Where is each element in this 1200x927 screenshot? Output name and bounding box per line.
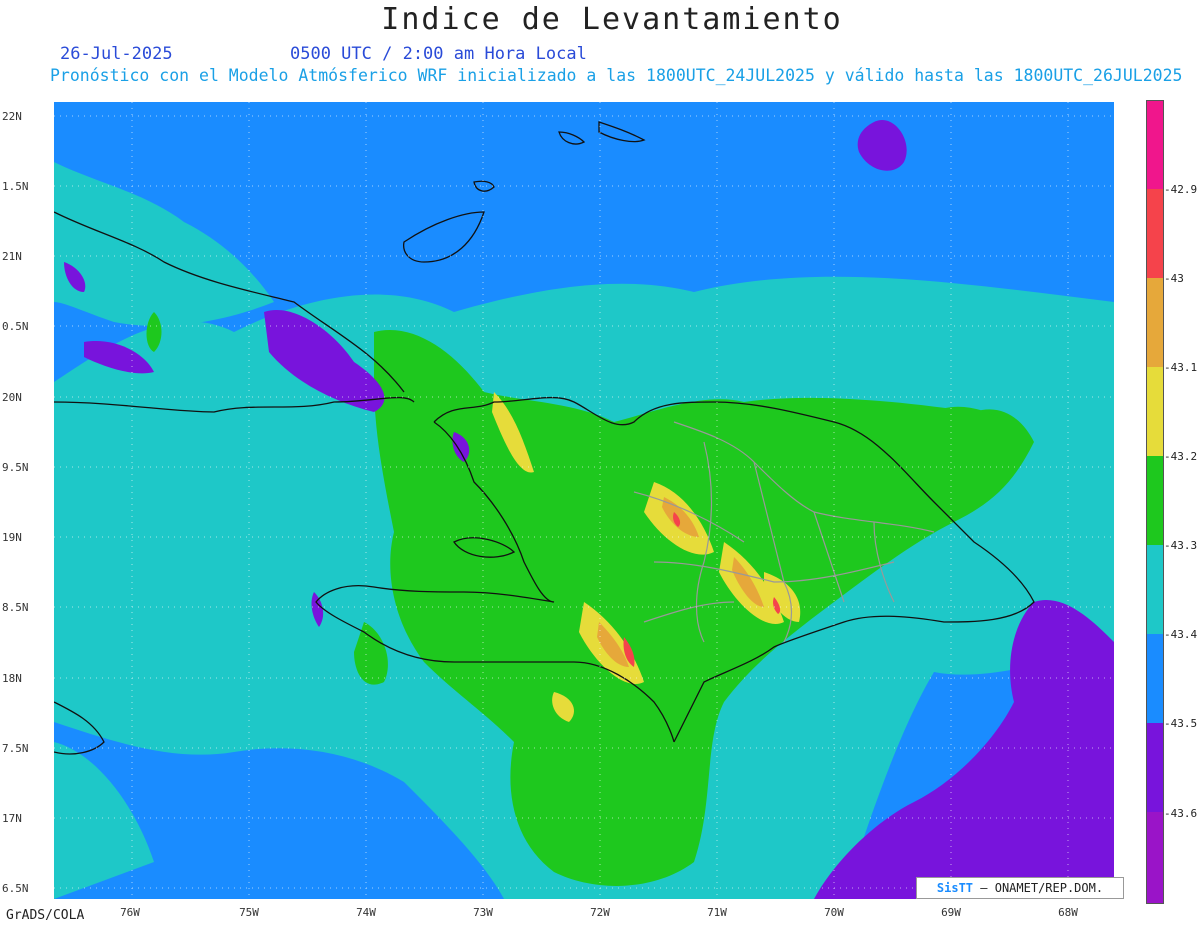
lat-label: 9.5N: [2, 461, 29, 474]
colorbar-segment: [1147, 456, 1163, 545]
lat-label: 0.5N: [2, 320, 29, 333]
lat-label: 22N: [2, 110, 22, 123]
colorbar-label: -43.1: [1164, 361, 1198, 374]
colorbar-segment: [1147, 278, 1163, 367]
colorbar-label: -43: [1164, 272, 1184, 285]
colorbar-label: -42.9: [1164, 183, 1198, 196]
lat-label: 19N: [2, 531, 22, 544]
lat-label: 7.5N: [2, 742, 29, 755]
lat-label: 6.5N: [2, 882, 29, 895]
map-field-svg: [54, 102, 1114, 899]
colorbar-segment: [1147, 723, 1163, 812]
colorbar-segment: [1147, 634, 1163, 723]
lon-label: 70W: [824, 906, 844, 919]
lon-label: 73W: [473, 906, 493, 919]
forecast-date: 26-Jul-2025: [60, 44, 173, 64]
colorbar-segment: [1147, 101, 1163, 189]
credit-box: SisTT – ONAMET/REP.DOM.: [916, 877, 1124, 899]
colorbar-label: -43.5: [1164, 717, 1198, 730]
lon-label: 68W: [1058, 906, 1078, 919]
lat-label: 18N: [2, 672, 22, 685]
colorbar-label: -43.4: [1164, 628, 1198, 641]
grads-footer: GrADS/COLA: [6, 908, 85, 923]
colorbar-label: -43.6: [1164, 807, 1198, 820]
lat-label: 21N: [2, 250, 22, 263]
colorbar-label: -43.3: [1164, 539, 1198, 552]
lat-label: 1.5N: [2, 180, 29, 193]
lon-label: 69W: [941, 906, 961, 919]
lat-label: 8.5N: [2, 601, 29, 614]
lon-label: 75W: [239, 906, 259, 919]
colorbar-segment: [1147, 189, 1163, 278]
colorbar: [1146, 100, 1164, 904]
lon-label: 74W: [356, 906, 376, 919]
lon-label: 76W: [120, 906, 140, 919]
credit-text: – ONAMET/REP.DOM.: [980, 881, 1104, 895]
map-title: Indice de Levantamiento: [381, 2, 843, 37]
colorbar-segment: [1147, 367, 1163, 456]
lifted-index-map: [54, 102, 1114, 899]
lon-label: 72W: [590, 906, 610, 919]
lat-label: 20N: [2, 391, 22, 404]
model-subtitle: Pronóstico con el Modelo Atmósferico WRF…: [50, 66, 1183, 85]
colorbar-segment: [1147, 812, 1163, 903]
colorbar-label: -43.2: [1164, 450, 1198, 463]
valid-time: 0500 UTC / 2:00 am Hora Local: [290, 44, 587, 64]
colorbar-segment: [1147, 545, 1163, 634]
lat-label: 17N: [2, 812, 22, 825]
sistt-logo: SisTT: [936, 881, 974, 895]
lon-label: 71W: [707, 906, 727, 919]
